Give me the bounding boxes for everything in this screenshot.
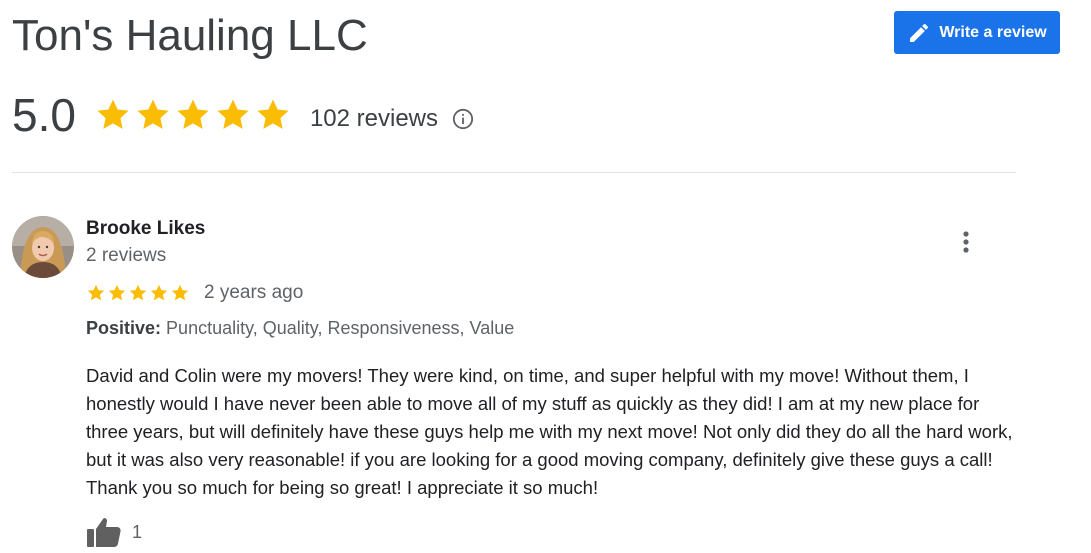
review-stars bbox=[86, 283, 190, 303]
star-icon bbox=[129, 284, 147, 301]
thumbs-up-icon[interactable] bbox=[86, 516, 122, 548]
more-options-button[interactable] bbox=[956, 228, 976, 256]
attributes-label: Positive: bbox=[86, 318, 162, 338]
star-icon bbox=[97, 99, 129, 129]
star-icon bbox=[217, 99, 249, 129]
divider bbox=[12, 172, 1016, 173]
business-title: Ton's Hauling LLC bbox=[12, 11, 368, 60]
review-date: 2 years ago bbox=[204, 282, 304, 303]
avatar-photo bbox=[12, 216, 74, 278]
review-attributes: Positive: Punctuality, Quality, Responsi… bbox=[86, 318, 514, 339]
more-vert-icon bbox=[963, 231, 969, 253]
star-icon bbox=[108, 284, 126, 301]
star-icon bbox=[177, 99, 209, 129]
write-review-label: Write a review bbox=[939, 23, 1047, 41]
star-icon bbox=[257, 99, 289, 129]
star-icon bbox=[150, 284, 168, 301]
pencil-icon bbox=[910, 23, 929, 42]
write-review-button[interactable]: Write a review bbox=[894, 11, 1060, 54]
rating-stars bbox=[94, 96, 292, 134]
star-icon bbox=[137, 99, 169, 129]
star-icon bbox=[171, 284, 189, 301]
rating-value: 5.0 bbox=[12, 89, 76, 141]
attributes-value: Punctuality, Quality, Responsiveness, Va… bbox=[166, 318, 515, 338]
star-icon bbox=[87, 284, 105, 301]
review-meta: 2 years ago bbox=[86, 280, 303, 306]
review-text: David and Colin were my movers! They wer… bbox=[86, 365, 1013, 498]
like-count: 1 bbox=[132, 521, 143, 542]
rating-summary: 5.0 102 reviews bbox=[12, 88, 474, 142]
avatar[interactable] bbox=[12, 216, 74, 278]
reviewer-review-count: 2 reviews bbox=[86, 245, 167, 266]
info-icon[interactable] bbox=[452, 108, 474, 130]
like-row: 1 bbox=[86, 516, 142, 548]
reviewer-name[interactable]: Brooke Likes bbox=[86, 218, 205, 240]
review-count: 102 reviews bbox=[309, 105, 439, 132]
